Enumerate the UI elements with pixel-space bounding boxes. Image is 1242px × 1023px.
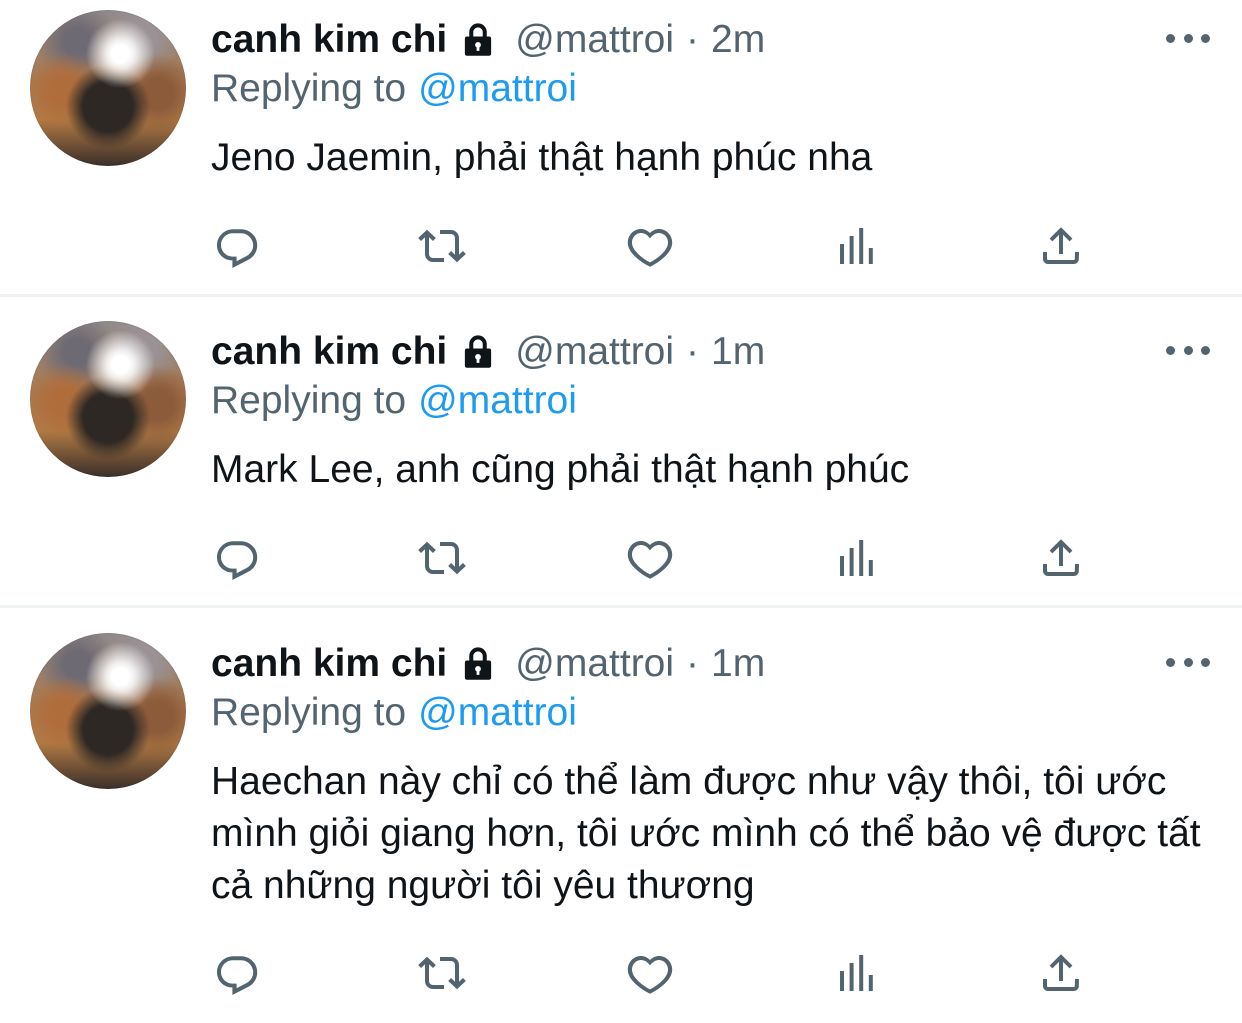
tweet[interactable]: canh kim chi @mattroi · 1m Replying to @… bbox=[0, 608, 1242, 1023]
share-icon bbox=[1043, 539, 1079, 576]
share-icon bbox=[1043, 954, 1079, 991]
retweet-icon bbox=[418, 229, 466, 263]
avatar[interactable] bbox=[30, 10, 186, 166]
reply-icon bbox=[217, 956, 258, 995]
reply-icon bbox=[217, 541, 258, 580]
analytics-icon bbox=[840, 540, 873, 576]
replying-to: Replying to @mattroi bbox=[211, 687, 577, 739]
mention-link[interactable]: @mattroi bbox=[418, 379, 577, 423]
like-button[interactable] bbox=[622, 218, 678, 274]
lock-icon bbox=[465, 23, 492, 56]
heart-icon bbox=[627, 228, 673, 267]
tweet-header: canh kim chi @mattroi · 1m bbox=[211, 326, 765, 378]
share-icon bbox=[1043, 227, 1079, 264]
replying-to: Replying to @mattroi bbox=[211, 375, 577, 427]
tweet-text: Jeno Jaemin, phải thật hạnh phúc nha bbox=[211, 136, 873, 179]
lock-icon bbox=[465, 335, 492, 368]
share-button[interactable] bbox=[1033, 530, 1089, 586]
analytics-icon bbox=[840, 955, 873, 991]
analytics-button[interactable] bbox=[828, 530, 884, 586]
timestamp[interactable]: 2m bbox=[711, 18, 765, 62]
avatar[interactable] bbox=[30, 633, 186, 789]
heart-icon bbox=[627, 540, 673, 579]
like-button[interactable] bbox=[622, 530, 678, 586]
tweet[interactable]: canh kim chi @mattroi · 2m Replying to @… bbox=[0, 0, 1242, 297]
timestamp[interactable]: 1m bbox=[711, 642, 765, 686]
display-name[interactable]: canh kim chi bbox=[211, 18, 447, 62]
retweet-icon bbox=[418, 956, 466, 990]
analytics-button[interactable] bbox=[828, 945, 884, 1001]
action-bar bbox=[0, 945, 1242, 1001]
like-button[interactable] bbox=[622, 945, 678, 1001]
replying-to: Replying to @mattroi bbox=[211, 63, 577, 115]
retweet-button[interactable] bbox=[414, 945, 470, 1001]
display-name[interactable]: canh kim chi bbox=[211, 642, 447, 686]
share-button[interactable] bbox=[1033, 945, 1089, 1001]
separator: · bbox=[686, 642, 700, 685]
timestamp[interactable]: 1m bbox=[711, 330, 765, 374]
more-icon[interactable] bbox=[1166, 28, 1210, 48]
retweet-button[interactable] bbox=[414, 530, 470, 586]
action-bar bbox=[0, 218, 1242, 274]
replying-prefix: Replying to bbox=[211, 379, 407, 422]
handle[interactable]: @mattroi bbox=[515, 642, 674, 686]
replying-prefix: Replying to bbox=[211, 691, 407, 734]
lock-icon bbox=[465, 647, 492, 680]
tweet-header: canh kim chi @mattroi · 1m bbox=[211, 638, 765, 690]
mention-link[interactable]: @mattroi bbox=[418, 691, 577, 735]
replying-prefix: Replying to bbox=[211, 67, 407, 110]
analytics-button[interactable] bbox=[828, 218, 884, 274]
retweet-icon bbox=[418, 541, 466, 575]
tweet[interactable]: canh kim chi @mattroi · 1m Replying to @… bbox=[0, 297, 1242, 608]
handle[interactable]: @mattroi bbox=[515, 18, 674, 62]
share-button[interactable] bbox=[1033, 218, 1089, 274]
tweet-text: Haechan này chỉ có thể làm được như vậy … bbox=[211, 760, 1201, 907]
tweet-text: Mark Lee, anh cũng phải thật hạnh phúc bbox=[211, 448, 910, 491]
retweet-button[interactable] bbox=[414, 218, 470, 274]
mention-link[interactable]: @mattroi bbox=[418, 67, 577, 111]
separator: · bbox=[686, 18, 700, 61]
action-bar bbox=[0, 530, 1242, 586]
reply-button[interactable] bbox=[210, 530, 266, 586]
avatar[interactable] bbox=[30, 321, 186, 477]
separator: · bbox=[686, 330, 700, 373]
analytics-icon bbox=[840, 228, 873, 264]
display-name[interactable]: canh kim chi bbox=[211, 330, 447, 374]
reply-icon bbox=[217, 229, 258, 268]
tweet-header: canh kim chi @mattroi · 2m bbox=[211, 14, 765, 66]
handle[interactable]: @mattroi bbox=[515, 330, 674, 374]
reply-button[interactable] bbox=[210, 218, 266, 274]
more-icon[interactable] bbox=[1166, 652, 1210, 672]
heart-icon bbox=[627, 955, 673, 994]
more-icon[interactable] bbox=[1166, 340, 1210, 360]
reply-button[interactable] bbox=[210, 945, 266, 1001]
